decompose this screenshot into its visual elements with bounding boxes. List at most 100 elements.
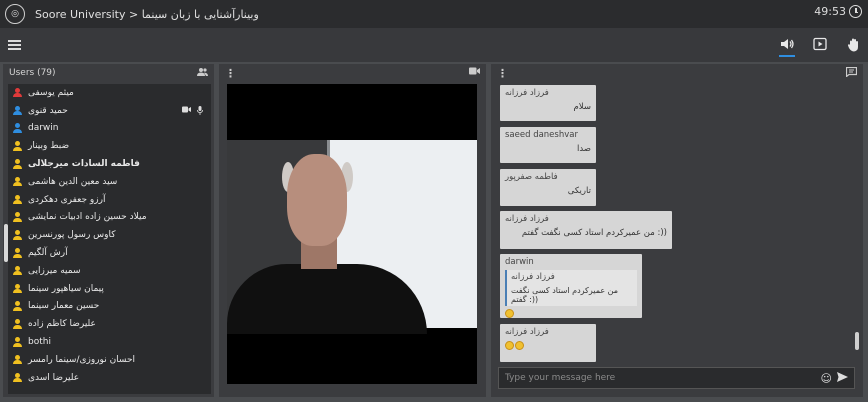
- emoji-icon: [515, 341, 524, 350]
- person-icon: [13, 337, 22, 347]
- user-list-item[interactable]: bothi: [8, 333, 211, 351]
- person-icon: [13, 265, 22, 276]
- user-list-item[interactable]: darwin: [8, 120, 211, 138]
- clock-icon: [849, 5, 862, 18]
- message-emoji: [505, 309, 637, 319]
- person-icon: [13, 212, 22, 222]
- message-sender: فرزاد فرزانه: [505, 327, 549, 337]
- user-list-item[interactable]: علیرضا اسدی: [8, 369, 211, 387]
- message-input[interactable]: [505, 373, 805, 383]
- user-name: سمیه میرزایی: [28, 265, 81, 276]
- chat-message: saeed daneshvar صدا: [500, 127, 596, 163]
- user-name: bothi: [28, 337, 51, 348]
- user-name: حمید قنوی: [28, 105, 68, 116]
- message-sender: فرزاد فرزانه: [505, 88, 549, 98]
- user-list-item[interactable]: آرش آلگیم: [8, 244, 211, 262]
- chat-panel: ⋮ فرزاد فرزانه سلام saeed daneshvar صدا …: [491, 64, 863, 397]
- quoted-text: من عمیرکردم استاد کسی نگفت گفتم :)): [511, 286, 619, 304]
- user-name: darwin: [28, 123, 59, 134]
- user-list-item[interactable]: میثم یوسفی: [8, 84, 211, 102]
- message-sender: فاطمه صفرپور: [505, 172, 558, 182]
- user-name: فاطمه السادات میرجلالی: [28, 159, 140, 170]
- video-menu-icon[interactable]: ⋮: [225, 67, 236, 80]
- user-name: علیرضا کاظم زاده: [28, 319, 96, 330]
- quoted-sender: فرزاد فرزانه: [511, 272, 555, 282]
- user-list-item[interactable]: حسین معمار سینما: [8, 298, 211, 316]
- person-icon: [13, 319, 22, 329]
- user-list-item[interactable]: احسان نوروزی/سینما رامسر: [8, 351, 211, 369]
- user-list-item[interactable]: حمید قنوی: [8, 102, 211, 120]
- message-text: سلام: [573, 102, 591, 112]
- timer-value: 49:53: [814, 5, 846, 18]
- person-icon: [13, 141, 22, 151]
- user-name: آرش آلگیم: [28, 248, 68, 259]
- menu-icon[interactable]: [8, 40, 21, 50]
- microphone-icon: [197, 105, 203, 115]
- user-list-item[interactable]: کاوس رسول پورنسرین: [8, 226, 211, 244]
- chat-message: فرزاد فرزانه من عمیرکردم استاد کسی نگفت …: [500, 211, 672, 249]
- user-list-item[interactable]: سمیه میرزایی: [8, 262, 211, 280]
- chat-message: فاطمه صفرپور تاریکی: [500, 169, 596, 206]
- person-icon: [13, 372, 22, 383]
- message-text: صدا: [576, 144, 591, 154]
- user-list-item[interactable]: ضبط وبینار: [8, 137, 211, 155]
- person-icon: [13, 248, 22, 258]
- user-list-item[interactable]: فاطمه السادات میرجلالی: [8, 155, 211, 173]
- user-name: ضبط وبینار: [28, 141, 70, 152]
- hand-icon[interactable]: [846, 37, 862, 53]
- session-timer: 49:53: [814, 5, 862, 18]
- users-title: Users (79): [9, 68, 56, 78]
- person-icon: [13, 87, 22, 98]
- user-list-item[interactable]: سید معین الدین هاشمی: [8, 173, 211, 191]
- presenter-face: [287, 154, 347, 246]
- user-media-status: [182, 105, 203, 115]
- speaker-active-indicator: [779, 55, 795, 57]
- person-icon: [13, 301, 22, 311]
- play-box-icon[interactable]: [812, 37, 828, 53]
- top-bar: ◎ Soore University > وبینارآشنایی با زبا…: [0, 0, 868, 28]
- user-name: میثم یوسفی: [28, 87, 74, 98]
- message-text: من عمیرکردم استاد کسی نگفت گفتم :)): [521, 228, 667, 238]
- person-icon: [13, 354, 22, 365]
- chat-message: فرزاد فرزانه: [500, 324, 596, 362]
- chat-bubble-icon[interactable]: [845, 66, 858, 80]
- user-name: حسین معمار سینما: [28, 301, 100, 312]
- chat-scrollbar[interactable]: [855, 332, 859, 350]
- person-icon: [13, 159, 22, 169]
- send-icon[interactable]: [837, 372, 848, 385]
- user-list-item[interactable]: میلاد حسین زاده ادبیات نمایشی: [8, 209, 211, 227]
- person-icon: [13, 194, 22, 205]
- add-user-icon[interactable]: [197, 67, 208, 80]
- person-icon: [13, 230, 22, 240]
- person-icon: [13, 123, 22, 133]
- camera-icon: [182, 106, 191, 113]
- user-list: میثم یوسفی حمید قنوی darwin ضبط وبینار فاطمه…: [8, 84, 211, 394]
- person-icon: [13, 176, 22, 187]
- user-list-item[interactable]: پیمان سیاهپور سینما: [8, 280, 211, 298]
- page-title: Soore University > وبینارآشنایی با زبان …: [35, 7, 259, 21]
- message-sender: saeed daneshvar: [505, 130, 578, 140]
- user-name: احسان نوروزی/سینما رامسر: [28, 354, 136, 365]
- speaker-icon[interactable]: [779, 37, 795, 53]
- emoji-picker-icon[interactable]: ☺: [821, 372, 832, 385]
- toolbar: [0, 28, 868, 62]
- video-panel-header: ⋮: [219, 64, 486, 82]
- camera-icon[interactable]: [469, 67, 480, 78]
- users-panel: Users (79) میثم یوسفی حمید قنوی darwin ضبط …: [3, 64, 214, 397]
- webcam-video[interactable]: [227, 84, 477, 384]
- user-name: علیرضا اسدی: [28, 372, 80, 383]
- message-emojis: [505, 341, 591, 351]
- user-name: کاوس رسول پورنسرین: [28, 230, 116, 241]
- quoted-message[interactable]: فرزاد فرزانه من عمیرکردم استاد کسی نگفت …: [505, 270, 637, 306]
- user-list-item[interactable]: علیرضا کاظم زاده: [8, 315, 211, 333]
- user-name: پیمان سیاهپور سینما: [28, 283, 104, 294]
- user-name: میلاد حسین زاده ادبیات نمایشی: [28, 212, 147, 223]
- users-panel-header: Users (79): [3, 64, 214, 82]
- message-input-box: ☺: [498, 367, 855, 389]
- user-name: آرزو جعفری دهکردی: [28, 194, 106, 205]
- chat-menu-icon[interactable]: ⋮: [497, 67, 508, 80]
- university-logo: ◎: [5, 4, 25, 24]
- user-list-item[interactable]: آرزو جعفری دهکردی: [8, 191, 211, 209]
- emoji-icon: [505, 341, 514, 350]
- person-icon: [13, 105, 22, 116]
